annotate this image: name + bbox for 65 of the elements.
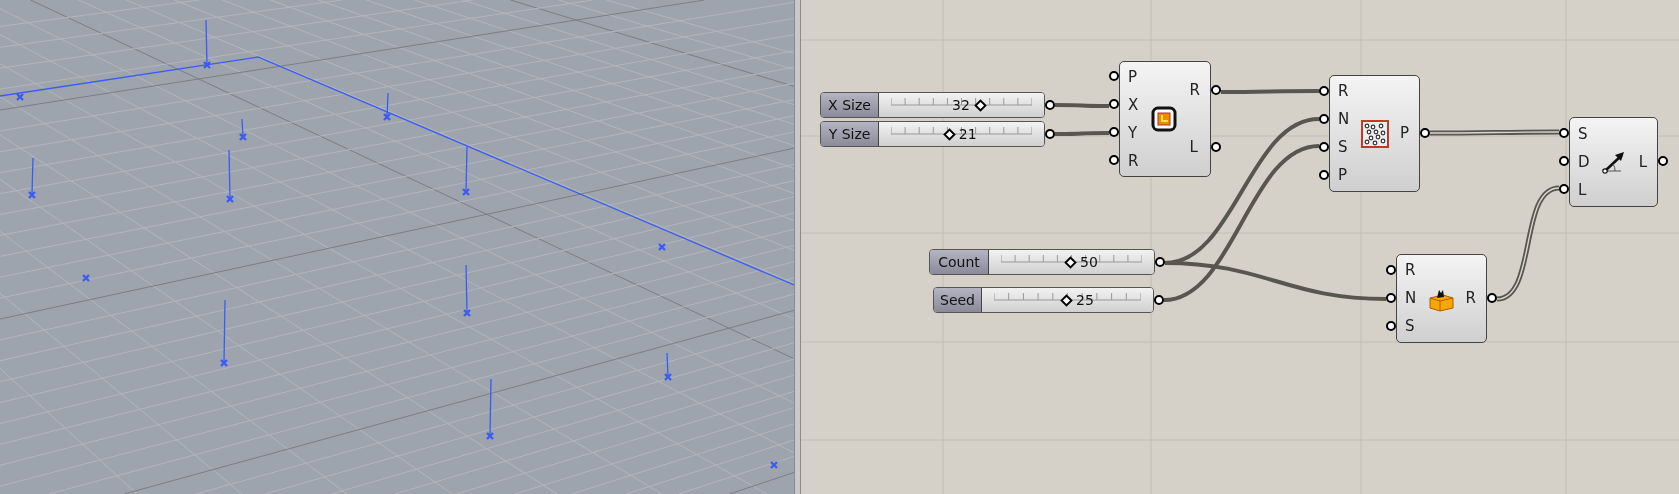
output-port[interactable]	[1045, 100, 1055, 110]
slider-thumb[interactable]	[1060, 294, 1073, 307]
point-marker	[769, 460, 779, 470]
port-label: R	[1405, 260, 1416, 282]
slider-label: X Size	[821, 93, 879, 117]
point-marker	[461, 187, 471, 197]
slider-value: 21	[958, 125, 977, 143]
slider-thumb[interactable]	[973, 99, 987, 112]
point-marker	[219, 358, 229, 368]
port-label: N	[1405, 288, 1417, 310]
slider-track[interactable]: 50	[989, 250, 1154, 274]
port-label: L	[1578, 179, 1587, 201]
wire	[1055, 131, 1109, 136]
number-slider[interactable]: Count 50	[929, 249, 1155, 275]
rectangle-icon	[1151, 106, 1177, 132]
port-label: P	[1399, 123, 1409, 145]
slider-value: 50	[1080, 253, 1098, 271]
point-marker	[27, 190, 37, 200]
point-marker	[485, 431, 495, 441]
port-label: X	[1128, 94, 1139, 116]
slider-track[interactable]: 32	[879, 93, 1044, 117]
port-label: P	[1338, 165, 1348, 187]
number-slider[interactable]: X Size 32	[820, 92, 1045, 118]
component-node[interactable]: S D L L	[1569, 117, 1658, 207]
point-marker	[81, 273, 91, 283]
point-marker	[202, 60, 212, 70]
slider-value: 32	[952, 96, 970, 114]
slider-label: Y Size	[821, 122, 879, 146]
output-port[interactable]	[1155, 257, 1165, 267]
port-label: Y	[1128, 122, 1138, 144]
slider-track[interactable]: 21	[879, 122, 1044, 146]
point-marker	[238, 132, 248, 142]
wire	[1055, 103, 1109, 108]
port-label: S	[1578, 123, 1588, 145]
slider-value: 25	[1076, 291, 1094, 309]
point-marker	[225, 194, 235, 204]
point-marker	[657, 242, 667, 252]
scattered-points-icon	[1360, 119, 1389, 148]
point-marker	[15, 92, 25, 102]
output-port[interactable]	[1045, 129, 1055, 139]
port-label: R	[1465, 288, 1476, 310]
port-label: R	[1338, 81, 1349, 103]
port-label: S	[1338, 137, 1348, 159]
slider-thumb[interactable]	[1064, 256, 1077, 269]
point-marker	[663, 372, 673, 382]
slider-thumb[interactable]	[942, 128, 956, 141]
port-label: L	[1189, 137, 1198, 159]
output-port[interactable]	[1154, 295, 1164, 305]
point-marker	[462, 308, 472, 318]
number-slider[interactable]: Seed 25	[933, 287, 1154, 313]
component-node[interactable]: R N S R	[1396, 254, 1487, 343]
port-label: N	[1338, 109, 1350, 131]
port-label: R	[1189, 80, 1200, 102]
point-marker	[382, 112, 392, 122]
port-label: P	[1128, 66, 1138, 88]
component-node[interactable]: P X Y R R L	[1119, 61, 1211, 177]
port-label: R	[1128, 150, 1139, 172]
slider-track[interactable]: 25	[982, 288, 1153, 312]
port-label: S	[1405, 316, 1415, 338]
number-slider[interactable]: Y Size 21	[820, 121, 1045, 147]
port-label: D	[1578, 151, 1590, 173]
component-node[interactable]: R N S P P	[1329, 75, 1420, 192]
slider-label: Count	[930, 250, 989, 274]
slider-label: Seed	[934, 288, 982, 312]
port-label: L	[1638, 151, 1647, 173]
